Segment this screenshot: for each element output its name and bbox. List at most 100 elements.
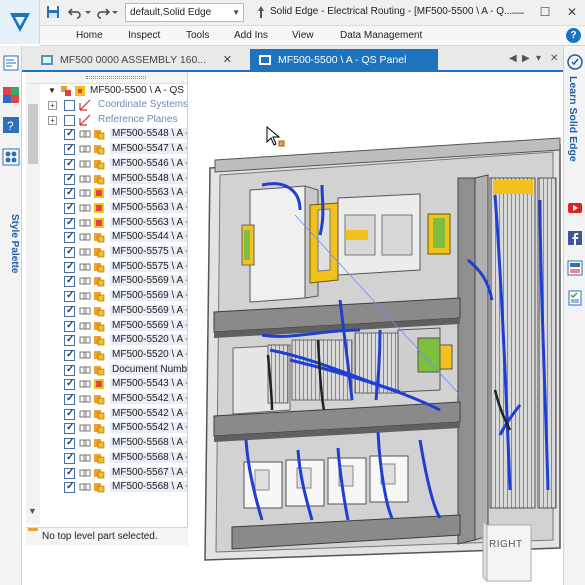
ribbon-tab-data-management[interactable]: Data Management xyxy=(340,30,422,41)
learn-solid-edge-tab[interactable]: Learn Solid Edge xyxy=(567,76,579,162)
visibility-checkbox[interactable] xyxy=(64,437,75,450)
pathfinder-item[interactable]: MF500-5548 \ A - xyxy=(40,127,187,142)
minimize-button[interactable]: — xyxy=(508,2,528,22)
siemens-community-icon[interactable] xyxy=(567,260,583,276)
visibility-checkbox[interactable] xyxy=(64,364,75,376)
ribbon-tab-add-ins[interactable]: Add Ins xyxy=(234,30,268,41)
close-tab-icon[interactable]: ✕ xyxy=(223,53,232,66)
pathfinder-item[interactable]: MF500-5569 \ A - xyxy=(40,304,187,319)
close-document-icon[interactable]: ✕ xyxy=(550,53,558,64)
undo-icon[interactable] xyxy=(68,5,82,19)
pathfinder-item[interactable]: MF500-5548 \ A - xyxy=(40,172,187,187)
solid-edge-app-menu-button[interactable] xyxy=(0,0,40,44)
pathfinder-item[interactable]: MF500-5569 \ A - xyxy=(40,274,187,289)
pathfinder-item[interactable]: MF500-5546 \ A - xyxy=(40,157,187,172)
youtube-icon[interactable] xyxy=(567,200,583,216)
electrical-panel-model[interactable] xyxy=(188,72,563,585)
visibility-checkbox[interactable] xyxy=(64,217,75,229)
visibility-checkbox[interactable] xyxy=(64,408,75,420)
pathfinder-scrollbar[interactable]: ▼ xyxy=(26,84,40,524)
tab-qs-panel-document[interactable]: MF500-5500 \ A - QS Panel xyxy=(250,49,438,71)
pathfinder-icon[interactable] xyxy=(2,54,20,72)
pathfinder-item[interactable]: MF500-5542 \ A - xyxy=(40,421,187,436)
visibility-checkbox[interactable] xyxy=(64,305,75,317)
save-icon[interactable] xyxy=(46,5,60,19)
visibility-checkbox[interactable] xyxy=(64,158,75,170)
visibility-checkbox[interactable] xyxy=(64,143,75,156)
tab-list-icon[interactable]: ▾ xyxy=(536,53,541,64)
pathfinder-item[interactable]: MF500-5563 \ A - xyxy=(40,186,187,201)
pathfinder-item[interactable]: MF500-5568 \ A - xyxy=(40,451,187,466)
visibility-checkbox[interactable] xyxy=(64,187,75,200)
visibility-checkbox[interactable] xyxy=(64,261,75,273)
visibility-checkbox[interactable] xyxy=(64,349,75,361)
visibility-checkbox[interactable] xyxy=(64,393,75,405)
learn-icon[interactable] xyxy=(567,54,583,70)
visibility-checkbox[interactable] xyxy=(64,100,75,111)
qat-customize-icon[interactable] xyxy=(111,5,119,19)
graphics-viewport[interactable]: RIGHT xyxy=(188,72,563,585)
visibility-checkbox[interactable] xyxy=(64,114,75,126)
undo-dropdown-icon[interactable] xyxy=(84,5,92,19)
tab-scroll-left-icon[interactable]: ◀ xyxy=(509,53,517,64)
color-palette-icon[interactable] xyxy=(2,86,20,104)
pathfinder-item[interactable]: MF500-5563 \ A - xyxy=(40,201,187,216)
tab-assembly-document[interactable]: MF500 0000 ASSEMBLY 160... ✕ xyxy=(32,49,238,71)
pathfinder-header[interactable] xyxy=(26,72,187,84)
close-window-button[interactable]: ✕ xyxy=(562,2,582,22)
visibility-checkbox[interactable] xyxy=(64,481,75,494)
quick-access-config-dropdown[interactable]: default,Solid Edge ▼ xyxy=(125,3,244,22)
visibility-checkbox[interactable] xyxy=(64,173,75,185)
pathfinder-item[interactable]: MF500-5563 \ A - xyxy=(40,216,187,231)
pathfinder-item[interactable]: MF500-5543 \ A - xyxy=(40,377,187,392)
pathfinder-item[interactable]: MF500-5569 \ A - xyxy=(40,289,187,304)
pathfinder-item[interactable]: MF500-5542 \ A - xyxy=(40,407,187,422)
visibility-checkbox[interactable] xyxy=(64,128,75,141)
scrollbar-thumb[interactable] xyxy=(28,104,38,164)
ribbon-tab-view[interactable]: View xyxy=(292,30,314,41)
pathfinder-item[interactable]: MF500-5569 \ A - xyxy=(40,319,187,334)
collapse-icon[interactable]: ▼ xyxy=(48,86,56,95)
pathfinder-item[interactable]: MF500-5575 \ A - xyxy=(40,245,187,260)
visibility-checkbox[interactable] xyxy=(64,467,75,479)
visibility-checkbox[interactable] xyxy=(64,246,75,258)
visibility-checkbox[interactable] xyxy=(64,422,75,435)
style-palette-tab[interactable]: Style Palette xyxy=(2,214,20,294)
pathfinder-item[interactable]: MF500-5568 \ A - xyxy=(40,480,187,495)
maximize-button[interactable]: ☐ xyxy=(535,2,555,22)
redo-icon[interactable] xyxy=(96,5,110,19)
checklist-icon[interactable] xyxy=(567,290,583,306)
pathfinder-item[interactable]: MF500-5520 \ A - xyxy=(40,348,187,363)
visibility-checkbox[interactable] xyxy=(64,320,75,332)
help-button[interactable]: ? xyxy=(566,28,581,43)
visibility-checkbox[interactable] xyxy=(64,452,75,464)
pathfinder-item[interactable]: + Coordinate Systems xyxy=(40,98,187,113)
visibility-checkbox[interactable] xyxy=(64,334,75,347)
expand-icon[interactable]: + xyxy=(48,115,57,125)
visibility-checkbox[interactable] xyxy=(64,378,75,391)
pathfinder-item[interactable]: MF500-5544 \ A - xyxy=(40,230,187,245)
ribbon-tab-home[interactable]: Home xyxy=(76,30,103,41)
pathfinder-item[interactable]: MF500-5567 \ A - xyxy=(40,466,187,481)
pathfinder-item[interactable]: MF500-5575 \ A - xyxy=(40,260,187,275)
tab-scroll-right-icon[interactable]: ▶ xyxy=(522,53,530,64)
pathfinder-item[interactable]: Document Numbe xyxy=(40,363,187,378)
ribbon-tab-tools[interactable]: Tools xyxy=(186,30,209,41)
pathfinder-item[interactable]: MF500-5520 \ A - xyxy=(40,333,187,348)
visibility-checkbox[interactable] xyxy=(64,202,75,214)
expand-icon[interactable]: + xyxy=(48,101,57,110)
visibility-checkbox[interactable] xyxy=(64,231,75,244)
visibility-checkbox[interactable] xyxy=(64,275,75,288)
pathfinder-item[interactable]: MF500-5568 \ A - xyxy=(40,436,187,451)
scroll-down-icon[interactable]: ▼ xyxy=(28,506,37,516)
pathfinder-item[interactable]: MF500-5547 \ A - xyxy=(40,142,187,157)
help-book-icon[interactable]: ? xyxy=(2,116,20,134)
pathfinder-item[interactable]: + Reference Planes xyxy=(40,113,187,128)
pathfinder-item[interactable]: MF500-5542 \ A - xyxy=(40,392,187,407)
view-cube[interactable]: RIGHT xyxy=(479,519,539,585)
panel-grip[interactable] xyxy=(86,76,146,79)
ribbon-tab-inspect[interactable]: Inspect xyxy=(128,30,160,41)
pathfinder-root-row[interactable]: ▼ MF500-5500 \ A - QS Pane xyxy=(40,84,187,98)
visibility-checkbox[interactable] xyxy=(64,290,75,303)
style-palette-icon[interactable] xyxy=(2,148,20,166)
